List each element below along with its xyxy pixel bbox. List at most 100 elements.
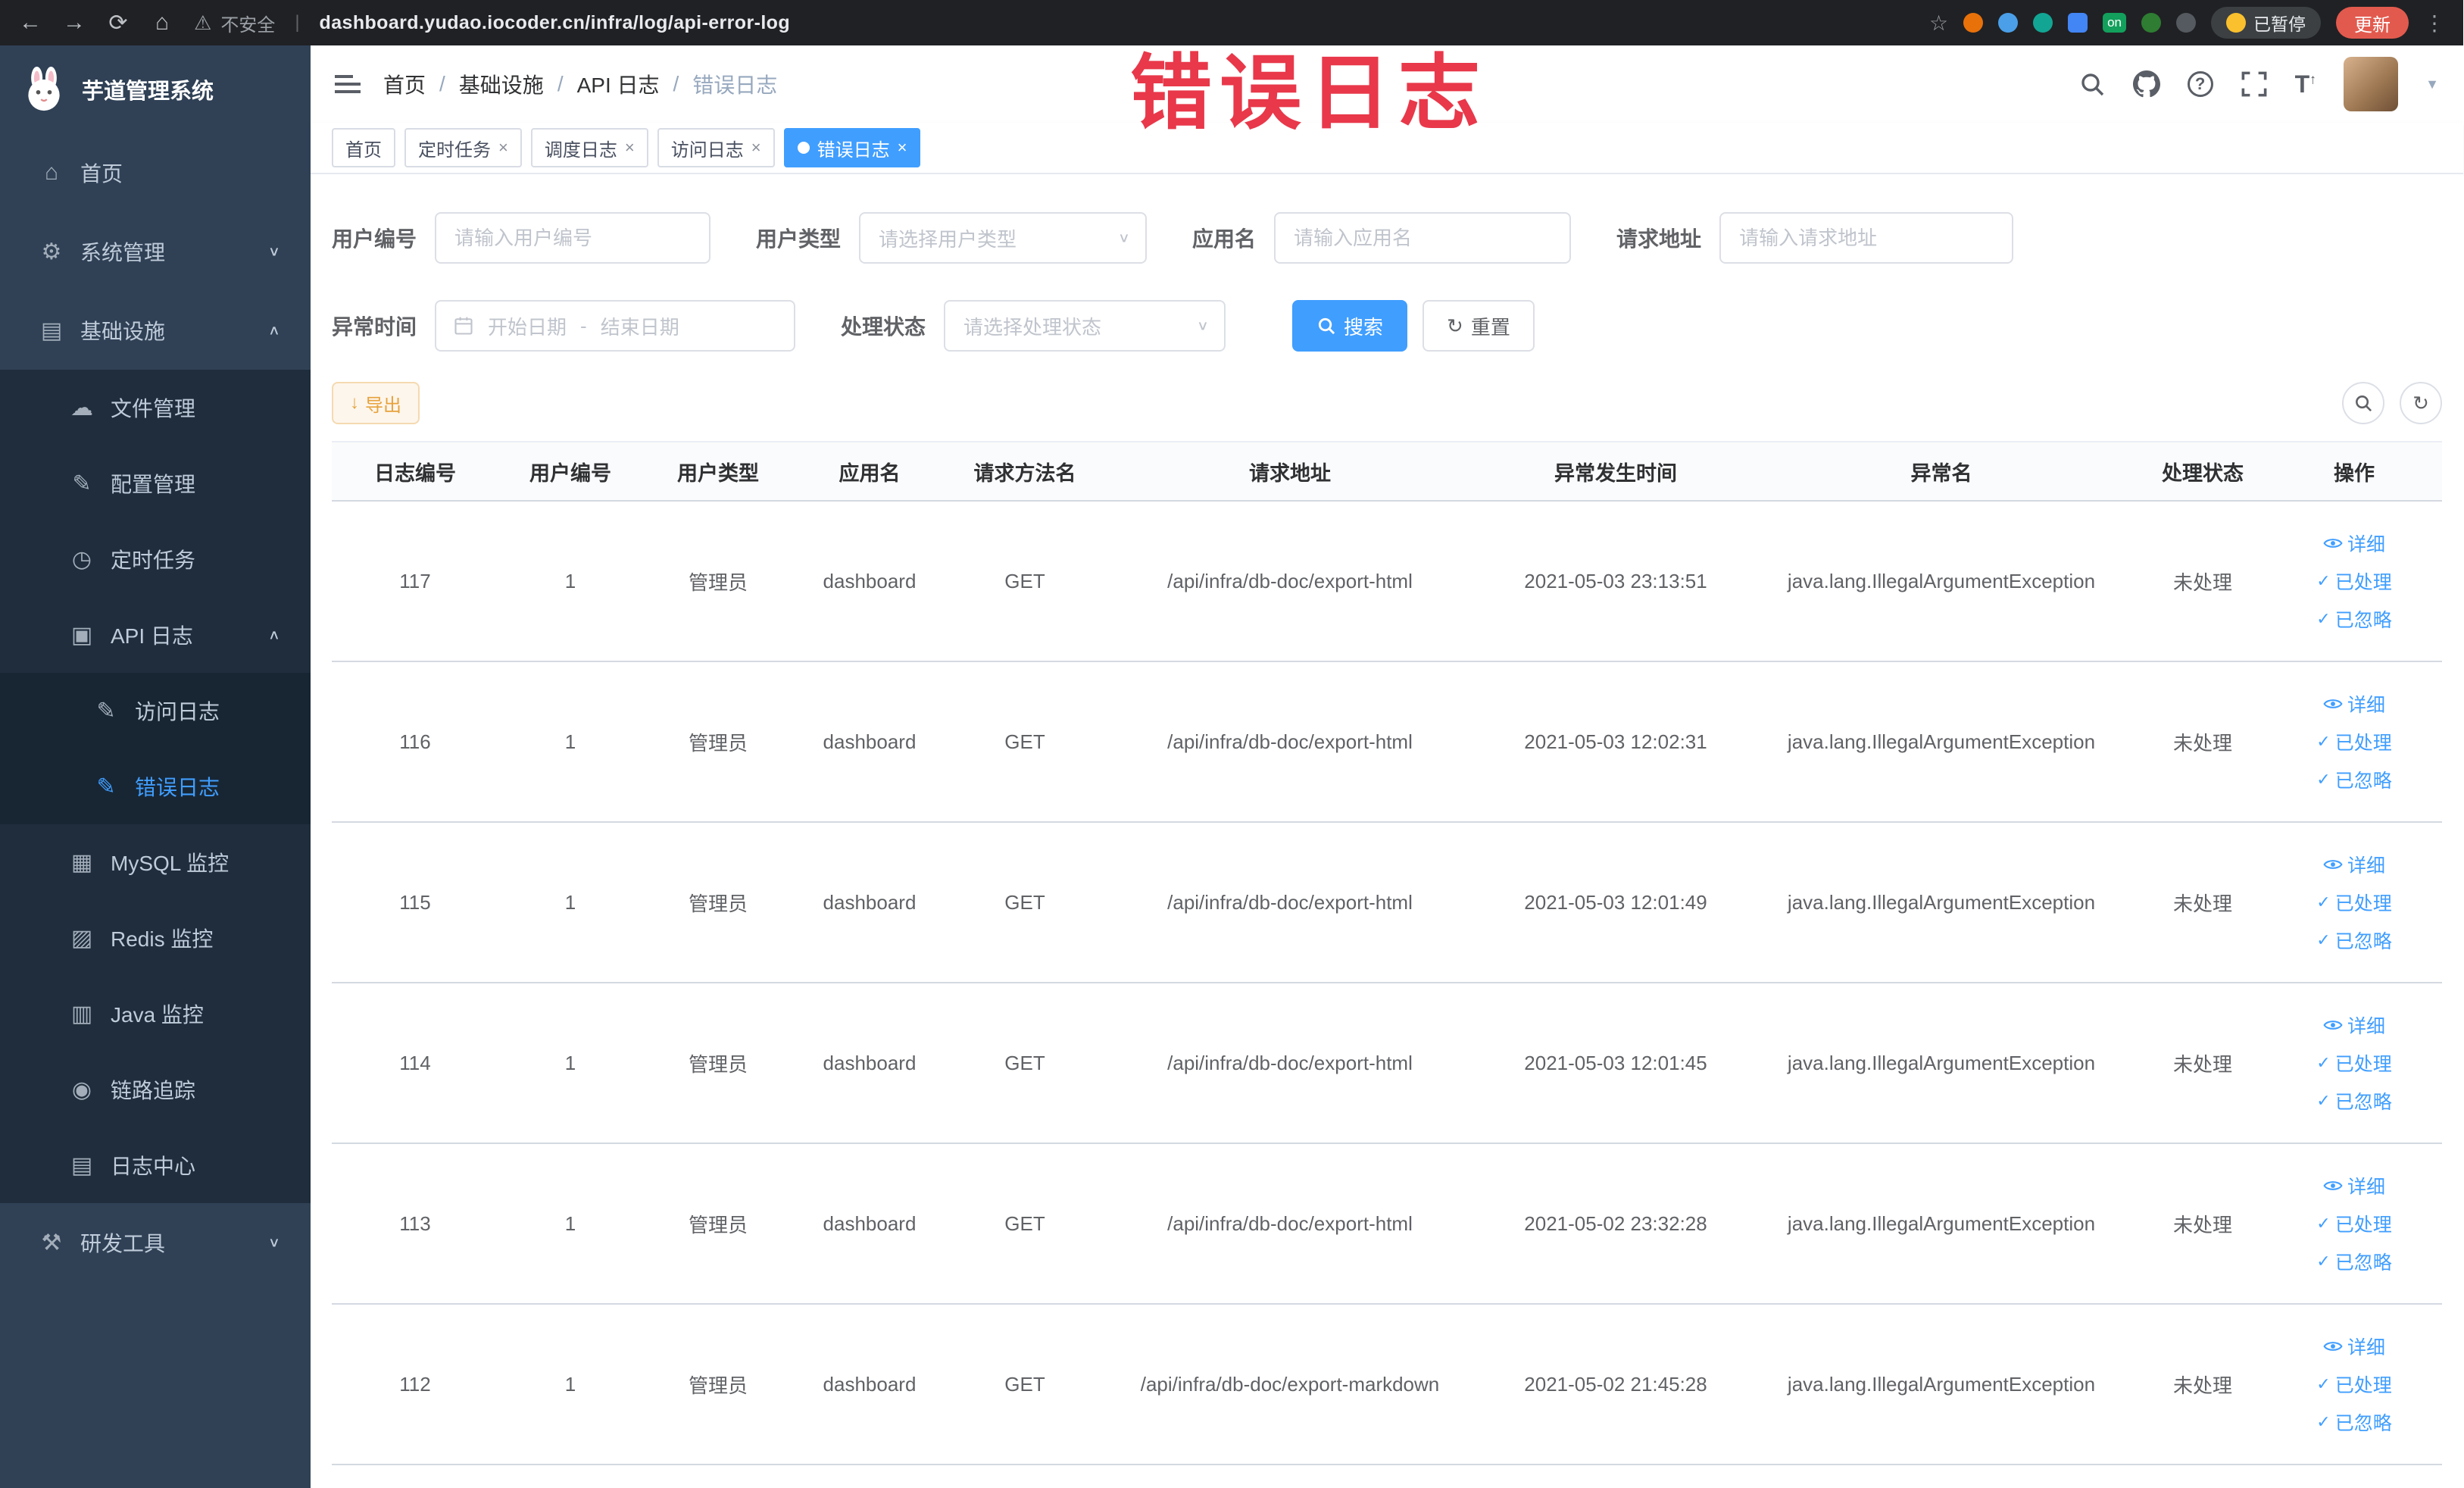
sidebar-item-infra[interactable]: ▤ 基础设施 ∧: [0, 291, 311, 370]
tab-job-log[interactable]: 调度日志 ×: [530, 128, 648, 167]
cell-status: 未处理: [2172, 731, 2232, 755]
tab-error-log[interactable]: 错误日志 ×: [783, 128, 921, 167]
column-header: 请求方法名: [973, 461, 1076, 485]
processed-link[interactable]: ✓ 已处理: [2316, 728, 2391, 755]
back-icon[interactable]: ←: [18, 10, 42, 36]
exception-time-label: 异常时间: [332, 315, 417, 339]
sidebar-item-access-log[interactable]: ✎ 访问日志: [0, 673, 311, 749]
ignored-link[interactable]: ✓ 已忽略: [2316, 1248, 2391, 1275]
forward-icon[interactable]: →: [62, 10, 86, 36]
sidebar-item-java[interactable]: ▥ Java 监控: [0, 976, 311, 1052]
extension-icon[interactable]: [1998, 13, 2019, 33]
cell-user-id: 1: [564, 1051, 576, 1074]
hamburger-icon[interactable]: [335, 70, 362, 98]
error-log-table: 日志编号 用户编号 用户类型 应用名 请求方法名 请求地址 异常发生时间 异常名…: [332, 441, 2442, 1465]
export-button[interactable]: ↓ 导出: [332, 382, 420, 424]
home-nav-icon[interactable]: ⌂: [150, 10, 174, 36]
refresh-button[interactable]: ↻: [2400, 382, 2442, 424]
bookmark-star-icon[interactable]: ☆: [1929, 11, 1948, 36]
processed-link[interactable]: ✓ 已处理: [2316, 1210, 2391, 1237]
ignored-link[interactable]: ✓ 已忽略: [2316, 605, 2391, 633]
reset-button[interactable]: ↻ 重置: [1422, 300, 1535, 352]
tab-access-log[interactable]: 访问日志 ×: [657, 128, 775, 167]
check-icon: ✓: [2316, 892, 2331, 911]
sidebar-item-config[interactable]: ✎ 配置管理: [0, 445, 311, 521]
sidebar-item-redis[interactable]: ▨ Redis 监控: [0, 900, 311, 976]
status-select[interactable]: 请选择处理状态 ∨: [944, 300, 1226, 352]
fullscreen-icon[interactable]: [2241, 70, 2268, 98]
extension-on-badge[interactable]: on: [2103, 13, 2126, 33]
user-id-input[interactable]: [435, 212, 711, 264]
avatar[interactable]: [2344, 57, 2399, 111]
close-icon[interactable]: ×: [751, 138, 761, 158]
check-icon: ✓: [2316, 930, 2331, 949]
detail-link[interactable]: 详细: [2323, 851, 2385, 878]
request-url-input[interactable]: [1719, 212, 2014, 264]
search-icon[interactable]: [2078, 70, 2106, 98]
table-row: 115 1 管理员 dashboard GET /api/infra/db-do…: [332, 823, 2442, 983]
processed-link[interactable]: ✓ 已处理: [2316, 889, 2391, 916]
extension-icon[interactable]: [2068, 13, 2088, 33]
logo[interactable]: 芋道管理系统: [0, 45, 311, 133]
detail-link[interactable]: 详细: [2323, 530, 2385, 557]
sidebar-item-log-center[interactable]: ▤ 日志中心: [0, 1127, 311, 1203]
chevron-down-icon[interactable]: ▼: [2425, 77, 2439, 92]
detail-link[interactable]: 详细: [2323, 1172, 2385, 1199]
tab-home[interactable]: 首页: [332, 128, 395, 167]
detail-link[interactable]: 详细: [2323, 1011, 2385, 1039]
cell-app-name: dashboard: [823, 1051, 917, 1074]
extension-icon[interactable]: [2176, 13, 2196, 33]
close-icon[interactable]: ×: [498, 138, 508, 158]
processed-link[interactable]: ✓ 已处理: [2316, 1049, 2391, 1077]
paused-chip[interactable]: 已暂停: [2211, 7, 2321, 39]
redis-monitor-icon: ▨: [70, 925, 93, 951]
filter-row-1: 用户编号 用户类型 请选择用户类型 ∨ 应用名 请求地址: [332, 212, 2442, 264]
processed-link[interactable]: ✓ 已处理: [2316, 1371, 2391, 1398]
sidebar-item-mysql[interactable]: ▦ MySQL 监控: [0, 824, 311, 900]
browser-menu-icon[interactable]: ⋮: [2424, 11, 2445, 36]
app-name-input[interactable]: [1274, 212, 1572, 264]
sidebar-item-home[interactable]: ⌂ 首页: [0, 133, 311, 212]
toggle-search-button[interactable]: [2342, 382, 2384, 424]
search-button[interactable]: 搜索: [1292, 300, 1408, 352]
close-icon[interactable]: ×: [898, 138, 907, 158]
breadcrumb-infra[interactable]: 基础设施: [459, 69, 544, 99]
cell-status: 未处理: [2172, 1374, 2232, 1397]
extension-icon[interactable]: [2141, 13, 2161, 33]
table-row: 116 1 管理员 dashboard GET /api/infra/db-do…: [332, 662, 2442, 823]
address-bar[interactable]: dashboard.yudao.iocoder.cn/infra/log/api…: [320, 12, 790, 34]
sidebar-item-api-log[interactable]: ▣ API 日志 ∧: [0, 597, 311, 673]
ignored-link[interactable]: ✓ 已忽略: [2316, 766, 2391, 793]
update-button[interactable]: 更新: [2336, 7, 2409, 39]
breadcrumb-api-log[interactable]: API 日志: [577, 69, 660, 99]
chevron-down-icon: ∨: [267, 1234, 280, 1250]
ignored-link[interactable]: ✓ 已忽略: [2316, 1408, 2391, 1436]
sidebar-item-dev-tools[interactable]: ⚒ 研发工具 ∨: [0, 1203, 311, 1282]
security-indicator[interactable]: ⚠ 不安全: [194, 10, 275, 36]
sidebar-item-trace[interactable]: ◉ 链路追踪: [0, 1052, 311, 1127]
exception-time-range[interactable]: 开始日期 - 结束日期: [435, 300, 796, 352]
sidebar-item-file[interactable]: ☁ 文件管理: [0, 370, 311, 445]
sidebar-item-job[interactable]: ◷ 定时任务: [0, 521, 311, 597]
sidebar-item-error-log[interactable]: ✎ 错误日志: [0, 749, 311, 824]
reload-icon[interactable]: ⟳: [106, 10, 130, 36]
chevron-up-icon: ∧: [267, 322, 280, 338]
security-label: 不安全: [220, 14, 276, 36]
sidebar-item-system[interactable]: ⚙ 系统管理 ∨: [0, 212, 311, 291]
help-icon[interactable]: ?: [2187, 71, 2213, 97]
ignored-link[interactable]: ✓ 已忽略: [2316, 927, 2391, 954]
breadcrumb-home[interactable]: 首页: [383, 69, 426, 99]
user-type-select[interactable]: 请选择用户类型 ∨: [859, 212, 1148, 264]
close-icon[interactable]: ×: [625, 138, 635, 158]
detail-link[interactable]: 详细: [2323, 1333, 2385, 1360]
extension-icon[interactable]: [1963, 13, 1984, 33]
ignored-link[interactable]: ✓ 已忽略: [2316, 1087, 2391, 1114]
extension-icon[interactable]: [2033, 13, 2053, 33]
cell-exception: java.lang.IllegalArgumentException: [1787, 569, 2096, 592]
cell-log-id: 114: [399, 1051, 431, 1074]
tab-job[interactable]: 定时任务 ×: [404, 128, 522, 167]
detail-link[interactable]: 详细: [2323, 690, 2385, 717]
github-icon[interactable]: [2132, 70, 2160, 98]
font-size-icon[interactable]: T↑: [2295, 72, 2317, 96]
processed-link[interactable]: ✓ 已处理: [2316, 567, 2391, 595]
